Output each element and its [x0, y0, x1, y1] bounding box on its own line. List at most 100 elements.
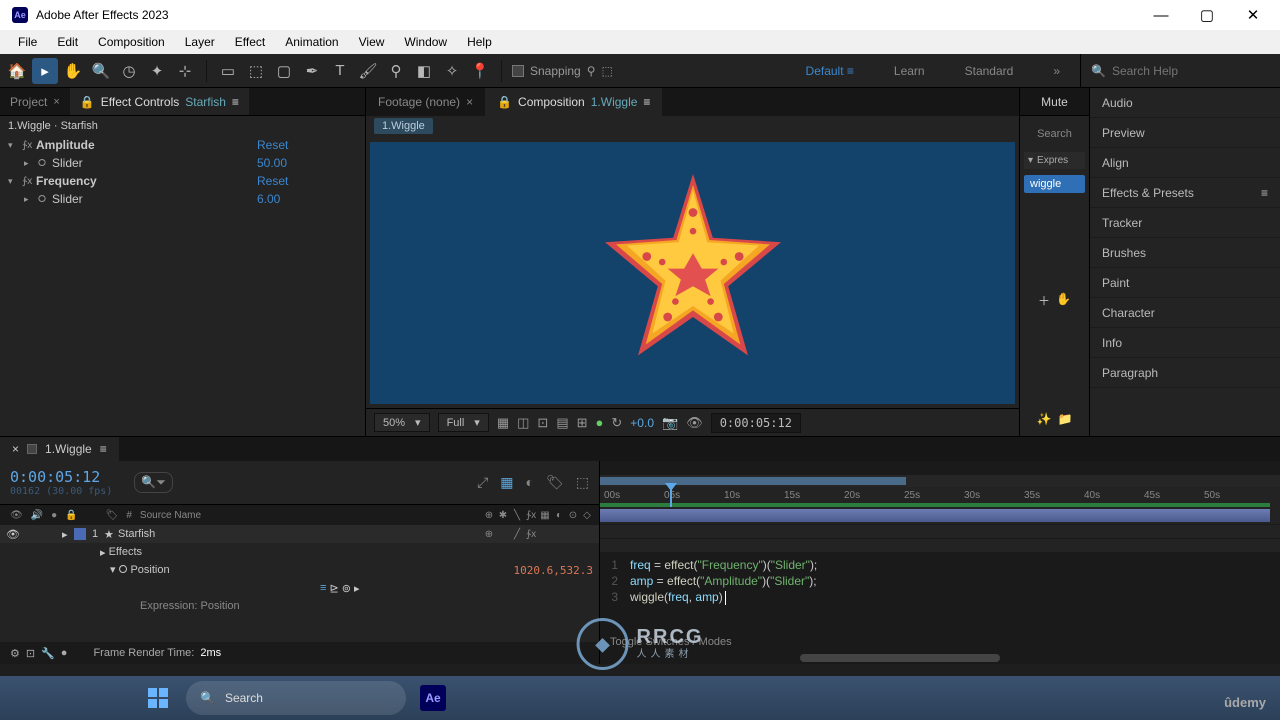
layer-effects[interactable]: ▸ Effects — [0, 543, 599, 561]
tab-composition[interactable]: 🔒 Composition 1.Wiggle ≡ — [485, 88, 662, 116]
panel-brushes[interactable]: Brushes — [1090, 238, 1280, 268]
orbit-tool[interactable]: ◷ — [116, 58, 142, 84]
taskbar-search[interactable]: 🔍 Search — [186, 681, 406, 715]
anchor-tool[interactable]: ⊹ — [172, 58, 198, 84]
stamp-tool[interactable]: ⚲ — [383, 58, 409, 84]
shape-tool[interactable]: ▢ — [271, 58, 297, 84]
menu-composition[interactable]: Composition — [88, 32, 175, 52]
motion-blur-icon[interactable]: ◐ — [526, 474, 534, 491]
menu-file[interactable]: File — [8, 32, 47, 52]
menu-edit[interactable]: Edit — [47, 32, 88, 52]
expression-controls[interactable]: ≡ ⊵ ⊚ ▸ — [0, 579, 599, 597]
mask-tool[interactable]: ⬚ — [243, 58, 269, 84]
tab-project[interactable]: Project× — [0, 88, 70, 115]
close-button[interactable]: ✕ — [1230, 0, 1276, 30]
layer-position[interactable]: ▾ ⭘ Position 1020.6,532.3 — [0, 561, 599, 579]
panel-info[interactable]: Info — [1090, 328, 1280, 358]
start-button[interactable] — [138, 681, 178, 715]
search-label[interactable]: Search — [1024, 122, 1085, 146]
taskbar-app-ae[interactable]: Ae — [414, 679, 452, 717]
snapping-checkbox[interactable] — [512, 65, 524, 77]
add-icon[interactable]: ＋ — [1038, 292, 1050, 309]
snapping-bbox-icon[interactable]: ⬚ — [602, 64, 613, 78]
zoom-tool[interactable]: 🔍 — [88, 58, 114, 84]
shy-icon[interactable]: ⤢ — [477, 474, 488, 491]
roto-tool[interactable]: ✧ — [439, 58, 465, 84]
wiggle-chip[interactable]: wiggle — [1024, 175, 1085, 193]
snapshot-icon[interactable]: 📷 — [662, 415, 678, 431]
panel-character[interactable]: Character — [1090, 298, 1280, 328]
maximize-button[interactable]: ▢ — [1184, 0, 1230, 30]
tab-mute[interactable]: Mute — [1020, 88, 1089, 116]
timeline-search-icon[interactable]: 🔍⏷ — [134, 472, 173, 493]
home-tool[interactable]: 🏠 — [4, 58, 30, 84]
panel-tracker[interactable]: Tracker — [1090, 208, 1280, 238]
expression-header[interactable]: ▾Expres — [1024, 152, 1085, 169]
effect-controls-panel: Project× 🔒 Effect Controls Starfish ≡ 1.… — [0, 88, 366, 436]
fx-amplitude[interactable]: ▾∱x Amplitude Reset — [0, 136, 365, 154]
layer-starfish[interactable]: 👁 ▸ 1 ★ Starfish ⊕╱∱x — [0, 525, 599, 543]
timeline-current-time[interactable]: 0:00:05:12 — [10, 468, 112, 486]
draft-3d-icon[interactable]: ⬚ — [576, 474, 589, 491]
playhead[interactable] — [670, 487, 672, 507]
panel-paragraph[interactable]: Paragraph — [1090, 358, 1280, 388]
comp-breadcrumb[interactable]: 1.Wiggle — [374, 118, 433, 134]
work-area[interactable] — [600, 477, 906, 485]
wand-icon[interactable]: ✨ — [1037, 412, 1052, 426]
exposure-value[interactable]: +0.0 — [630, 416, 654, 430]
rect-tool[interactable]: ▭ — [215, 58, 241, 84]
folder-icon[interactable]: 📁 — [1058, 412, 1073, 426]
fx-amplitude-slider[interactable]: ▸⭘ Slider 50.00 — [0, 154, 365, 172]
panel-effects-presets[interactable]: Effects & Presets≡ — [1090, 178, 1280, 208]
rotate-tool[interactable]: ✦ — [144, 58, 170, 84]
hand-icon[interactable]: ✋ — [1056, 292, 1071, 309]
fx-frequency-slider[interactable]: ▸⭘ Slider 6.00 — [0, 190, 365, 208]
workspace-more[interactable]: » — [1033, 64, 1080, 78]
guides-icon[interactable]: ⊞ — [577, 415, 588, 431]
show-snapshot-icon[interactable]: 👁 — [686, 415, 703, 431]
panel-paint[interactable]: Paint — [1090, 268, 1280, 298]
selection-tool[interactable]: ▸ — [32, 58, 58, 84]
menu-animation[interactable]: Animation — [275, 32, 348, 52]
composition-viewer[interactable] — [370, 142, 1015, 404]
reset-exposure-icon[interactable]: ↻ — [611, 415, 622, 431]
menu-effect[interactable]: Effect — [225, 32, 275, 52]
graph-editor-icon[interactable]: 🏷 — [546, 474, 564, 491]
puppet-tool[interactable]: 📍 — [467, 58, 493, 84]
fx-frequency[interactable]: ▾∱x Frequency Reset — [0, 172, 365, 190]
workspace-standard[interactable]: Standard — [945, 64, 1034, 78]
tab-effect-controls[interactable]: 🔒 Effect Controls Starfish ≡ — [70, 88, 249, 115]
type-tool[interactable]: T — [327, 58, 353, 84]
menu-window[interactable]: Window — [394, 32, 457, 52]
minimize-button[interactable]: — — [1138, 0, 1184, 30]
side-search-panel: Mute Search ▾Expres wiggle ＋ ✋ ✨ 📁 — [1020, 88, 1090, 436]
brush-tool[interactable]: 🖌 — [355, 58, 381, 84]
tab-footage[interactable]: Footage (none)× — [366, 88, 485, 116]
workspace-default[interactable]: Default ≡ — [786, 64, 874, 78]
search-help-input[interactable] — [1112, 64, 1252, 78]
timeline-tab[interactable]: ×1.Wiggle≡ — [0, 437, 119, 461]
region-icon[interactable]: ⊡ — [537, 415, 548, 431]
channel-icon[interactable]: ● — [596, 415, 604, 430]
pen-tool[interactable]: ✒ — [299, 58, 325, 84]
menu-view[interactable]: View — [349, 32, 395, 52]
menu-layer[interactable]: Layer — [175, 32, 225, 52]
panel-align[interactable]: Align — [1090, 148, 1280, 178]
transparency-grid-icon[interactable]: ▦ — [497, 415, 509, 431]
search-help[interactable]: 🔍 — [1080, 54, 1280, 87]
panel-preview[interactable]: Preview — [1090, 118, 1280, 148]
resolution-select[interactable]: Full ▾ — [438, 413, 489, 432]
current-time[interactable]: 0:00:05:12 — [711, 413, 801, 433]
eraser-tool[interactable]: ◧ — [411, 58, 437, 84]
frame-blend-icon[interactable]: ▦ — [500, 474, 513, 491]
zoom-select[interactable]: 50% ▾ — [374, 413, 430, 432]
mask-icon[interactable]: ◫ — [517, 415, 529, 431]
hand-tool[interactable]: ✋ — [60, 58, 86, 84]
udemy-watermark: ûdemy — [1224, 695, 1266, 710]
workspace-learn[interactable]: Learn — [874, 64, 945, 78]
snapping-opt-icon[interactable]: ⚲ — [587, 64, 596, 78]
menu-help[interactable]: Help — [457, 32, 502, 52]
grid-icon[interactable]: ▤ — [556, 415, 568, 431]
panel-audio[interactable]: Audio — [1090, 88, 1280, 118]
layer-track[interactable] — [600, 507, 1280, 525]
